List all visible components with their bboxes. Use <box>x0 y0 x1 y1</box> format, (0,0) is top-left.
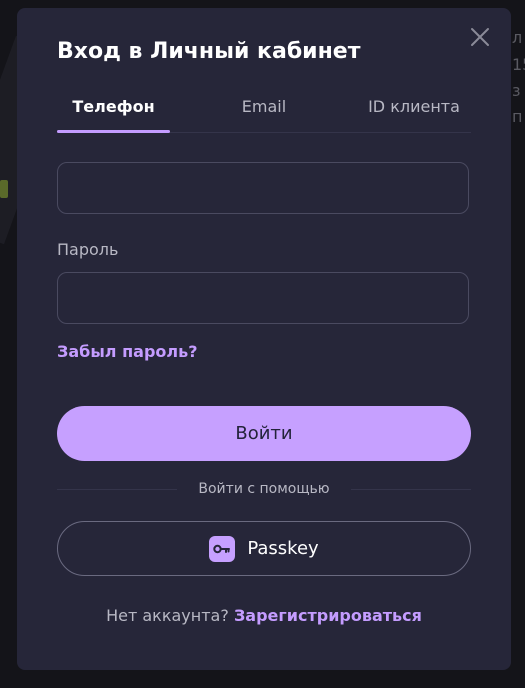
background-text: л <box>512 28 523 47</box>
close-button[interactable] <box>469 26 491 48</box>
close-icon <box>471 28 489 46</box>
password-input[interactable] <box>58 273 468 323</box>
key-icon <box>209 535 236 562</box>
forgot-password-link[interactable]: Забыл пароль? <box>57 342 198 362</box>
tab-client-id[interactable]: ID клиента <box>357 92 471 132</box>
passkey-label: Passkey <box>247 537 319 559</box>
phone-input[interactable] <box>58 163 468 213</box>
modal-title: Вход в Личный кабинет <box>57 39 361 64</box>
login-button[interactable]: Войти <box>57 406 471 461</box>
tab-phone[interactable]: Телефон <box>57 92 170 132</box>
active-tab-indicator <box>57 130 170 133</box>
login-modal: Вход в Личный кабинет Телефон Email ID к… <box>17 8 511 670</box>
register-prompt: Нет аккаунта? <box>106 606 229 625</box>
password-field[interactable] <box>57 272 469 324</box>
background-text: з <box>512 81 521 100</box>
login-tabs: Телефон Email ID клиента <box>57 92 471 133</box>
divider-text: Войти с помощью <box>198 481 330 497</box>
alt-login-divider: Войти с помощью <box>57 479 471 499</box>
register-link[interactable]: Зарегистрироваться <box>234 606 422 625</box>
background-text: п <box>512 107 523 126</box>
tab-email[interactable]: Email <box>207 92 321 132</box>
background-text: 15 <box>512 55 525 74</box>
background-decoration-accent <box>0 180 8 198</box>
register-row: Нет аккаунта? Зарегистрироваться <box>17 606 511 626</box>
phone-field[interactable] <box>57 162 469 214</box>
passkey-button-content: Passkey <box>58 522 470 575</box>
password-label: Пароль <box>57 240 119 259</box>
passkey-button[interactable]: Passkey <box>57 521 471 576</box>
